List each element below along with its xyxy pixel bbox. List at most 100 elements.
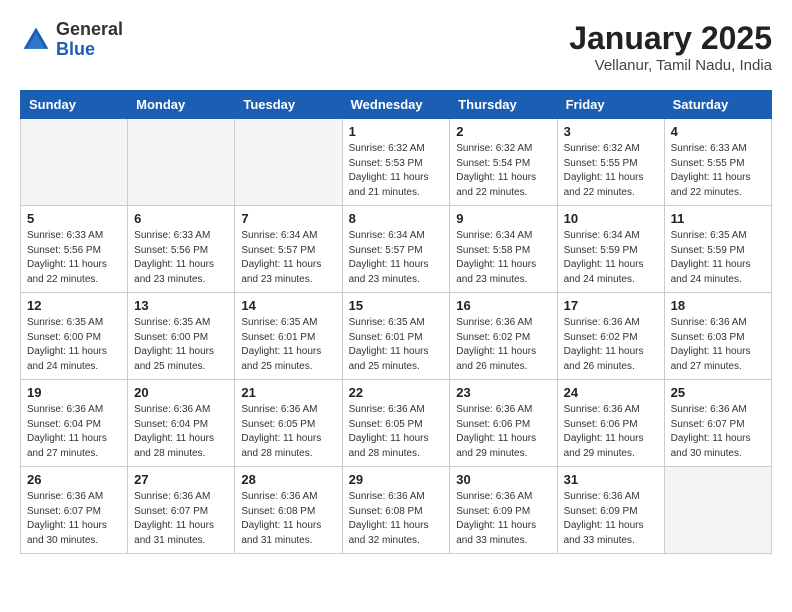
calendar-day: 24Sunrise: 6:36 AM Sunset: 6:06 PM Dayli… [557,380,664,467]
weekday-header: Wednesday [342,91,450,119]
calendar-table: SundayMondayTuesdayWednesdayThursdayFrid… [20,90,772,554]
day-number: 11 [671,211,765,226]
calendar-day: 31 Sunrise: 6:36 AM Sunset: 6:09 PM Dayli… [557,467,664,554]
calendar-day: 21 Sunrise: 6:36 AM Sunset: 6:05 PM Dayli… [235,380,342,467]
day-number: 17 [564,298,658,313]
day-info: Sunrise: 6:34 AM Sunset: 5:57 PM Dayligh… [241,229,335,287]
day-info: Sunrise: 6:34 AM Sunset: 5:58 PM Dayligh… [456,229,550,287]
calendar-day: 23Sunrise: 6:36 AM Sunset: 6:06 PM Dayli… [450,380,557,467]
calendar-week: 12Sunrise: 6:35 AM Sunset: 6:00 PM Dayli… [21,293,772,380]
day-info: Sunrise: 6:36 AM Sunset: 6:06 PM Dayligh… [564,403,658,461]
day-number: 30 [456,472,550,487]
weekday-header: Sunday [21,91,128,119]
day-number: 8 [349,211,444,226]
day-number: 9 [456,211,550,226]
calendar-week: 1Sunrise: 6:32 AM Sunset: 5:53 PM Daylig… [21,119,772,206]
calendar-day: 5 Sunrise: 6:33 AM Sunset: 5:56 PM Daylig… [21,206,128,293]
calendar-week: 19 Sunrise: 6:36 AM Sunset: 6:04 PM Dayli… [21,380,772,467]
day-number: 23 [456,385,550,400]
calendar-day: 11 Sunrise: 6:35 AM Sunset: 5:59 PM Dayli… [664,206,771,293]
calendar-day: 10 Sunrise: 6:34 AM Sunset: 5:59 PM Dayli… [557,206,664,293]
calendar-day: 6Sunrise: 6:33 AM Sunset: 5:56 PM Daylig… [128,206,235,293]
day-number: 16 [456,298,550,313]
calendar-day: 27 Sunrise: 6:36 AM Sunset: 6:07 PM Dayli… [128,467,235,554]
day-number: 19 [27,385,121,400]
day-number: 21 [241,385,335,400]
day-number: 18 [671,298,765,313]
calendar-day: 18 Sunrise: 6:36 AM Sunset: 6:03 PM Dayli… [664,293,771,380]
subtitle: Vellanur, Tamil Nadu, India [569,57,772,74]
calendar-day: 17 Sunrise: 6:36 AM Sunset: 6:02 PM Dayli… [557,293,664,380]
calendar-week: 26 Sunrise: 6:36 AM Sunset: 6:07 PM Dayli… [21,467,772,554]
logo-general-text: General [56,20,123,40]
day-info: Sunrise: 6:33 AM Sunset: 5:56 PM Dayligh… [27,229,121,287]
day-info: Sunrise: 6:36 AM Sunset: 6:08 PM Dayligh… [241,490,335,548]
calendar-day: 7 Sunrise: 6:34 AM Sunset: 5:57 PM Daylig… [235,206,342,293]
weekday-header: Friday [557,91,664,119]
day-info: Sunrise: 6:35 AM Sunset: 6:01 PM Dayligh… [241,316,335,374]
day-number: 14 [241,298,335,313]
calendar-day: 15 Sunrise: 6:35 AM Sunset: 6:01 PM Dayli… [342,293,450,380]
calendar-day [128,119,235,206]
calendar-day [664,467,771,554]
calendar-day: 1Sunrise: 6:32 AM Sunset: 5:53 PM Daylig… [342,119,450,206]
day-number: 28 [241,472,335,487]
calendar-day: 30 Sunrise: 6:36 AM Sunset: 6:09 PM Dayli… [450,467,557,554]
calendar-day: 14 Sunrise: 6:35 AM Sunset: 6:01 PM Dayli… [235,293,342,380]
day-info: Sunrise: 6:36 AM Sunset: 6:09 PM Dayligh… [456,490,550,548]
day-info: Sunrise: 6:32 AM Sunset: 5:55 PM Dayligh… [564,142,658,200]
day-info: Sunrise: 6:34 AM Sunset: 5:57 PM Dayligh… [349,229,444,287]
day-info: Sunrise: 6:35 AM Sunset: 6:00 PM Dayligh… [134,316,228,374]
weekday-header: Thursday [450,91,557,119]
day-info: Sunrise: 6:36 AM Sunset: 6:02 PM Dayligh… [456,316,550,374]
day-info: Sunrise: 6:36 AM Sunset: 6:05 PM Dayligh… [241,403,335,461]
day-info: Sunrise: 6:35 AM Sunset: 5:59 PM Dayligh… [671,229,765,287]
day-number: 26 [27,472,121,487]
day-number: 15 [349,298,444,313]
calendar-day: 28 Sunrise: 6:36 AM Sunset: 6:08 PM Dayli… [235,467,342,554]
day-info: Sunrise: 6:33 AM Sunset: 5:56 PM Dayligh… [134,229,228,287]
calendar-day [235,119,342,206]
day-number: 4 [671,124,765,139]
day-info: Sunrise: 6:36 AM Sunset: 6:09 PM Dayligh… [564,490,658,548]
calendar-day: 22Sunrise: 6:36 AM Sunset: 6:05 PM Dayli… [342,380,450,467]
calendar-day: 25Sunrise: 6:36 AM Sunset: 6:07 PM Dayli… [664,380,771,467]
main-title: January 2025 [569,20,772,57]
calendar-day: 19 Sunrise: 6:36 AM Sunset: 6:04 PM Dayli… [21,380,128,467]
day-number: 31 [564,472,658,487]
logo: General Blue [20,20,123,60]
day-number: 27 [134,472,228,487]
weekday-header: Tuesday [235,91,342,119]
calendar-header: SundayMondayTuesdayWednesdayThursdayFrid… [21,91,772,119]
calendar-day: 29Sunrise: 6:36 AM Sunset: 6:08 PM Dayli… [342,467,450,554]
calendar-day: 9 Sunrise: 6:34 AM Sunset: 5:58 PM Daylig… [450,206,557,293]
logo-icon [20,24,52,56]
calendar-day: 13Sunrise: 6:35 AM Sunset: 6:00 PM Dayli… [128,293,235,380]
day-number: 10 [564,211,658,226]
logo-blue-text: Blue [56,40,123,60]
day-info: Sunrise: 6:35 AM Sunset: 6:00 PM Dayligh… [27,316,121,374]
weekday-header: Saturday [664,91,771,119]
day-info: Sunrise: 6:36 AM Sunset: 6:07 PM Dayligh… [27,490,121,548]
day-info: Sunrise: 6:36 AM Sunset: 6:04 PM Dayligh… [134,403,228,461]
day-info: Sunrise: 6:36 AM Sunset: 6:07 PM Dayligh… [671,403,765,461]
calendar-day: 20Sunrise: 6:36 AM Sunset: 6:04 PM Dayli… [128,380,235,467]
day-number: 5 [27,211,121,226]
day-info: Sunrise: 6:32 AM Sunset: 5:54 PM Dayligh… [456,142,550,200]
weekday-header: Monday [128,91,235,119]
calendar-day: 12Sunrise: 6:35 AM Sunset: 6:00 PM Dayli… [21,293,128,380]
day-number: 2 [456,124,550,139]
day-info: Sunrise: 6:36 AM Sunset: 6:02 PM Dayligh… [564,316,658,374]
day-number: 7 [241,211,335,226]
day-number: 3 [564,124,658,139]
day-number: 22 [349,385,444,400]
day-info: Sunrise: 6:35 AM Sunset: 6:01 PM Dayligh… [349,316,444,374]
day-info: Sunrise: 6:36 AM Sunset: 6:07 PM Dayligh… [134,490,228,548]
day-info: Sunrise: 6:36 AM Sunset: 6:03 PM Dayligh… [671,316,765,374]
day-info: Sunrise: 6:36 AM Sunset: 6:04 PM Dayligh… [27,403,121,461]
day-number: 29 [349,472,444,487]
day-info: Sunrise: 6:34 AM Sunset: 5:59 PM Dayligh… [564,229,658,287]
calendar-day [21,119,128,206]
calendar-day: 3 Sunrise: 6:32 AM Sunset: 5:55 PM Daylig… [557,119,664,206]
calendar-week: 5 Sunrise: 6:33 AM Sunset: 5:56 PM Daylig… [21,206,772,293]
